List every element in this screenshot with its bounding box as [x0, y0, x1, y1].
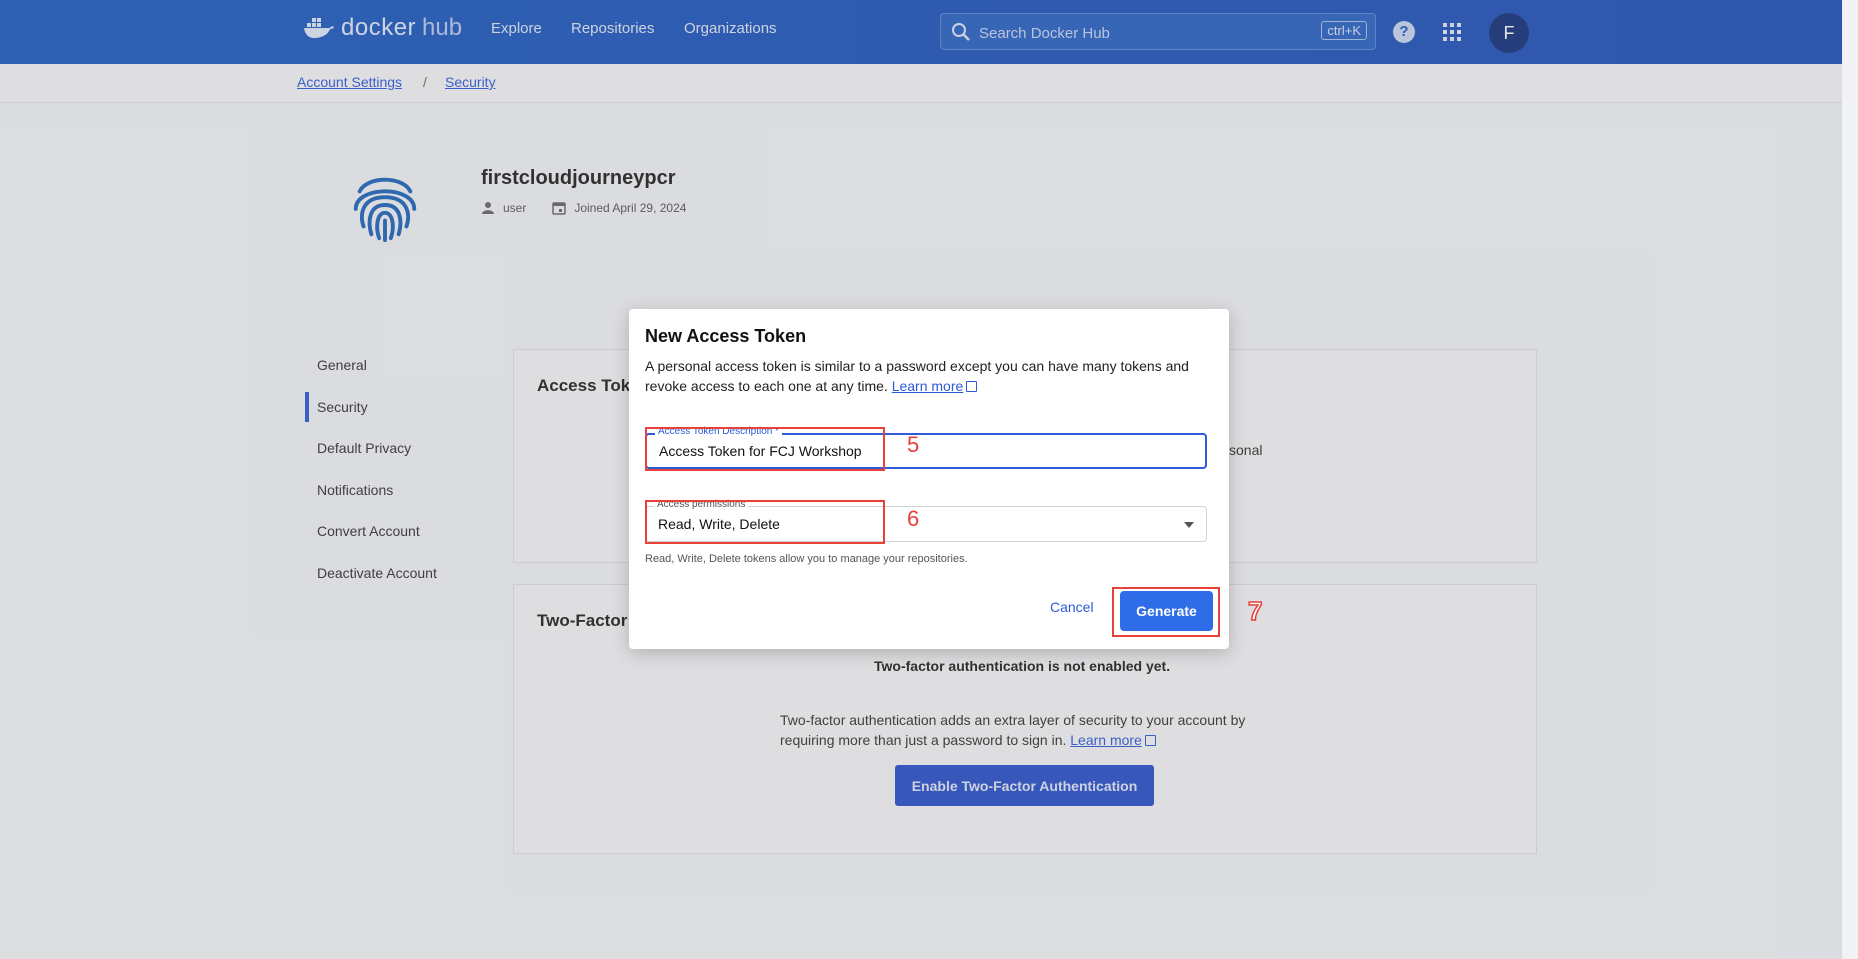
annotation-box-6: [645, 500, 885, 544]
annotation-label-6: 6: [907, 506, 920, 531]
cancel-button[interactable]: Cancel: [1044, 598, 1100, 616]
annotation-label-7: 7: [1247, 595, 1263, 627]
chevron-down-icon[interactable]: [1184, 522, 1194, 528]
dialog-description: A personal access token is similar to a …: [645, 356, 1215, 396]
annotation-box-5: [645, 427, 885, 471]
external-link-icon: [966, 381, 978, 392]
annotation-label-5: 5: [907, 432, 920, 457]
dialog-learn-more-link[interactable]: Learn more: [892, 378, 964, 394]
access-permissions-help: Read, Write, Delete tokens allow you to …: [645, 553, 968, 565]
annotation-box-7: [1112, 587, 1220, 637]
dialog-title: New Access Token: [645, 326, 807, 346]
